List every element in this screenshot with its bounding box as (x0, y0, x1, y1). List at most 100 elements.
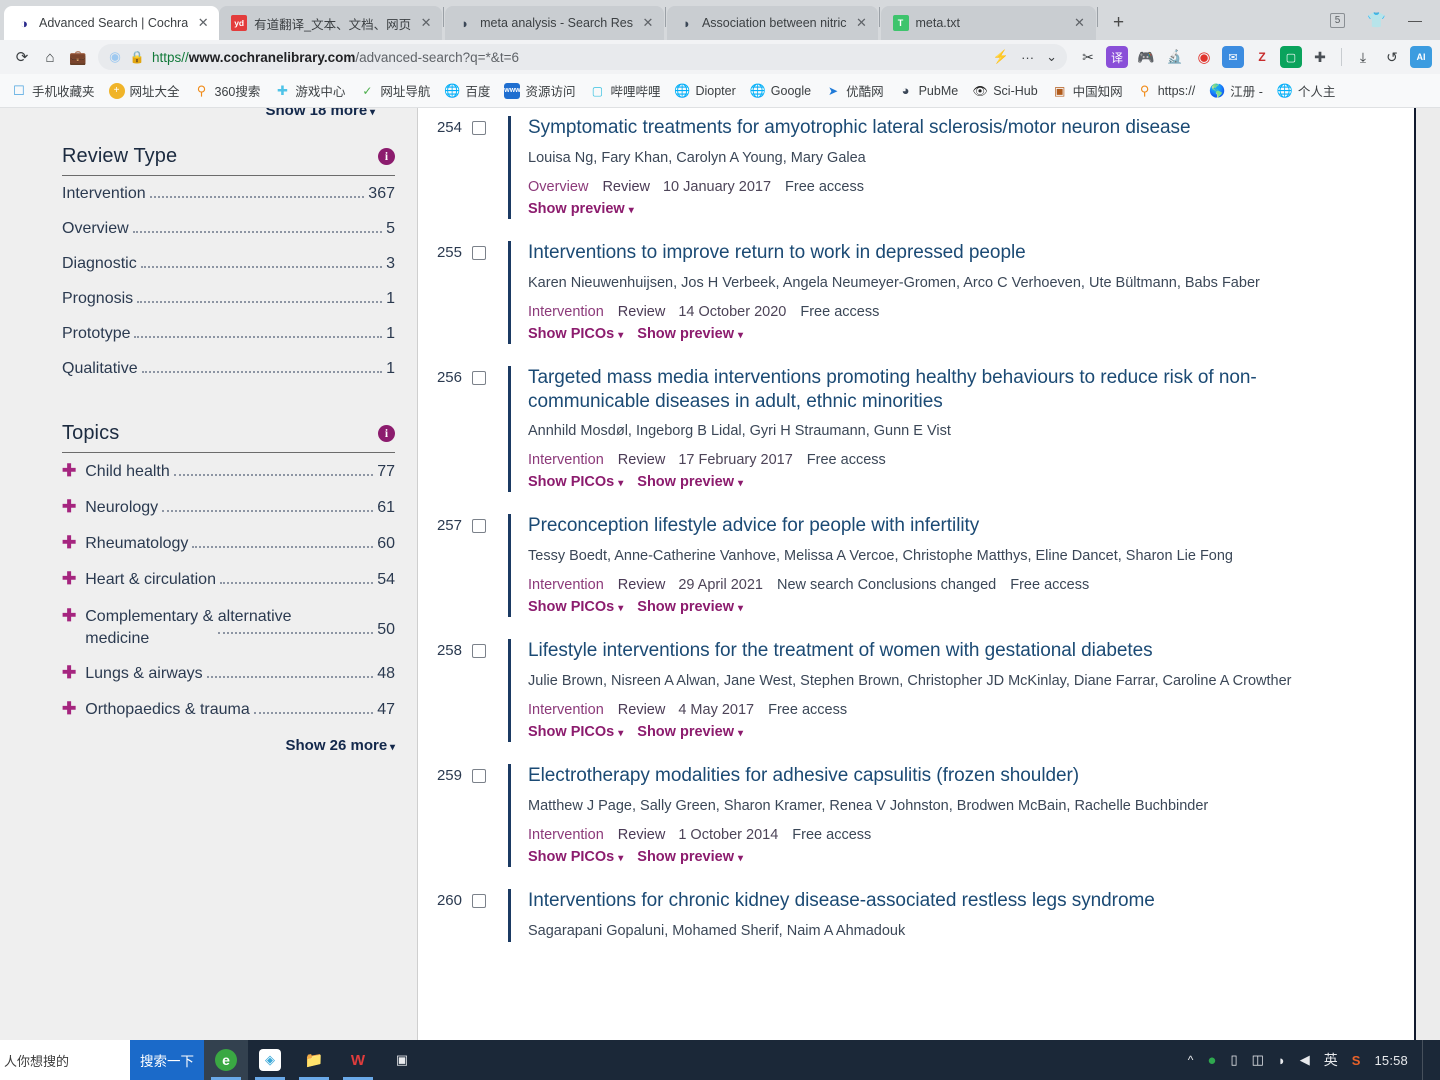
tab-meta-txt[interactable]: T meta.txt ✕ (880, 6, 1096, 40)
facet-row-intervention[interactable]: Intervention 367 (62, 176, 395, 211)
microscope-icon[interactable]: 🔬 (1164, 46, 1186, 68)
show-picos-link[interactable]: Show PICOs ▾ (528, 326, 623, 342)
expand-plus-icon[interactable]: ✚ (62, 534, 76, 551)
shirt-icon[interactable]: 👕 (1367, 11, 1386, 29)
show-preview-link[interactable]: Show preview ▾ (528, 201, 634, 217)
result-title-link[interactable]: Lifestyle interventions for the treatmen… (528, 639, 1318, 663)
show-more-topics-link[interactable]: Show 26 more ▾ (62, 727, 395, 754)
result-checkbox[interactable] (472, 768, 486, 783)
bookmark-item[interactable]: 🌐 Google (743, 79, 818, 103)
weibo-icon[interactable]: ◉ (1193, 46, 1215, 68)
tab-close-icon[interactable]: ✕ (854, 15, 870, 31)
bookmark-item[interactable]: ⚲ https:// (1130, 79, 1203, 103)
usb-icon[interactable]: ▯ (1230, 1052, 1237, 1068)
ai-icon[interactable]: AI (1410, 46, 1432, 68)
bookmark-item[interactable]: ☐ 手机收藏夹 (4, 79, 102, 103)
result-checkbox[interactable] (472, 370, 486, 385)
bookmark-item[interactable]: ▣ 中国知网 (1045, 79, 1130, 103)
facet-row-overview[interactable]: Overview 5 (62, 211, 395, 246)
show-preview-link[interactable]: Show preview ▾ (637, 326, 743, 342)
result-checkbox[interactable] (472, 519, 486, 534)
taskbar-recorder-icon[interactable]: ▣ (380, 1040, 424, 1080)
result-title-link[interactable]: Preconception lifestyle advice for peopl… (528, 514, 1318, 538)
reload-icon[interactable]: ⟳ (8, 43, 36, 71)
facet-row-child-health[interactable]: ✚ Child health 77 (62, 453, 395, 489)
show-preview-link[interactable]: Show preview ▾ (637, 849, 743, 865)
bookmark-item[interactable]: 🌐 Diopter (667, 79, 742, 103)
sogou-icon[interactable]: S (1352, 1053, 1361, 1068)
show-picos-link[interactable]: Show PICOs ▾ (528, 849, 623, 865)
result-title-link[interactable]: Interventions for chronic kidney disease… (528, 889, 1318, 913)
expand-plus-icon[interactable]: ✚ (62, 462, 76, 479)
address-bar[interactable]: ◉ 🔒 https//www.cochranelibrary.com/advan… (98, 44, 1067, 70)
expand-plus-icon[interactable]: ✚ (62, 498, 76, 515)
more-icon[interactable]: ··· (1021, 50, 1034, 65)
show-preview-link[interactable]: Show preview ▾ (637, 474, 743, 490)
result-title-link[interactable]: Interventions to improve return to work … (528, 241, 1318, 265)
lightning-icon[interactable]: ⚡ (993, 49, 1009, 65)
bookmark-item[interactable]: ✚ 游戏中心 (267, 79, 352, 103)
facet-row-orthopaedics-trauma[interactable]: ✚ Orthopaedics & trauma 47 (62, 691, 395, 727)
result-checkbox[interactable] (472, 121, 486, 135)
bookmark-item[interactable]: ⚲ 360搜索 (187, 79, 268, 103)
bookmark-item[interactable]: ◕ PubMe (891, 79, 966, 103)
mail-icon[interactable]: ✉ (1222, 46, 1244, 68)
taskbar-browser-360-icon[interactable]: e (204, 1040, 248, 1080)
result-title-link[interactable]: Symptomatic treatments for amyotrophic l… (528, 116, 1318, 140)
translate-icon[interactable]: 译 (1106, 46, 1128, 68)
expand-plus-icon[interactable]: ✚ (62, 700, 76, 717)
taskbar-wps-icon[interactable]: W (336, 1040, 380, 1080)
facet-row-prognosis[interactable]: Prognosis 1 (62, 281, 395, 316)
show-preview-link[interactable]: Show preview ▾ (637, 599, 743, 615)
undo-icon[interactable]: ↺ (1381, 46, 1403, 68)
facet-row-diagnostic[interactable]: Diagnostic 3 (62, 246, 395, 281)
shield-icon[interactable]: ● (1207, 1052, 1216, 1069)
scissors-icon[interactable]: ✂ (1077, 46, 1099, 68)
bookmark-item[interactable]: 🌎 江册 - (1202, 79, 1270, 103)
show-preview-link[interactable]: Show preview ▾ (637, 724, 743, 740)
tab-youdao[interactable]: yd 有道翻译_文本、文档、网页 ✕ (219, 6, 443, 40)
chevron-up-icon[interactable]: ^ (1188, 1053, 1194, 1067)
new-tab-button[interactable]: + (1105, 9, 1133, 37)
show-picos-link[interactable]: Show PICOs ▾ (528, 474, 623, 490)
expand-plus-icon[interactable]: ✚ (62, 664, 76, 681)
ime-icon[interactable]: 英 (1324, 1050, 1338, 1070)
minimize-button[interactable]: — (1408, 12, 1422, 28)
info-icon[interactable]: i (378, 425, 395, 442)
home-icon[interactable]: ⌂ (36, 43, 64, 71)
result-title-link[interactable]: Electrotherapy modalities for adhesive c… (528, 764, 1318, 788)
download-icon[interactable]: ⤓ (1352, 46, 1374, 68)
zhihu-icon[interactable]: Z (1251, 46, 1273, 68)
game-icon[interactable]: 🎮 (1135, 46, 1157, 68)
taskbar-app-chart-icon[interactable]: ◈ (248, 1040, 292, 1080)
book-icon[interactable]: ▢ (1280, 46, 1302, 68)
bookmark-item[interactable]: ➤ 优酷网 (818, 79, 891, 103)
bookmark-item[interactable]: 🌐 百度 (437, 79, 497, 103)
taskbar-search-button[interactable]: 搜索一下 (130, 1040, 204, 1080)
expand-plus-icon[interactable]: ✚ (62, 607, 76, 624)
tab-close-icon[interactable]: ✕ (418, 15, 434, 31)
tab-advanced-search[interactable]: ◑ Advanced Search | Cochra ✕ (4, 6, 220, 40)
battery-icon[interactable]: ◫ (1252, 1052, 1264, 1068)
bookmark-item[interactable]: 👁 Sci-Hub (965, 79, 1044, 103)
result-checkbox[interactable] (472, 893, 486, 908)
tab-association-nitric[interactable]: ◗ Association between nitric ✕ (666, 6, 878, 40)
result-checkbox[interactable] (472, 644, 486, 659)
result-title-link[interactable]: Targeted mass media interventions promot… (528, 366, 1318, 414)
show-more-top-link[interactable]: Show 18 more ▾ (62, 108, 395, 119)
bookmark-item[interactable]: www 资源访问 (497, 79, 582, 103)
volume-icon[interactable]: ◀ (1300, 1052, 1310, 1068)
expand-plus-icon[interactable]: ✚ (62, 570, 76, 587)
facet-row-neurology[interactable]: ✚ Neurology 61 (62, 489, 395, 525)
bookmark-item[interactable]: ✓ 网址导航 (352, 79, 437, 103)
taskbar-file-explorer-icon[interactable]: 📁 (292, 1040, 336, 1080)
puzzle-icon[interactable]: ✚ (1309, 46, 1331, 68)
bookmark-item[interactable]: 🌐 个人主 (1270, 79, 1343, 103)
tab-close-icon[interactable]: ✕ (1072, 15, 1088, 31)
facet-row-rheumatology[interactable]: ✚ Rheumatology 60 (62, 525, 395, 561)
result-checkbox[interactable] (472, 245, 486, 260)
facet-row-heart-circulation[interactable]: ✚ Heart & circulation 54 (62, 561, 395, 597)
chevron-down-icon[interactable]: ⌄ (1046, 49, 1057, 65)
tab-close-icon[interactable]: ✕ (640, 15, 656, 31)
wifi-icon[interactable]: ◗ (1278, 1053, 1286, 1068)
